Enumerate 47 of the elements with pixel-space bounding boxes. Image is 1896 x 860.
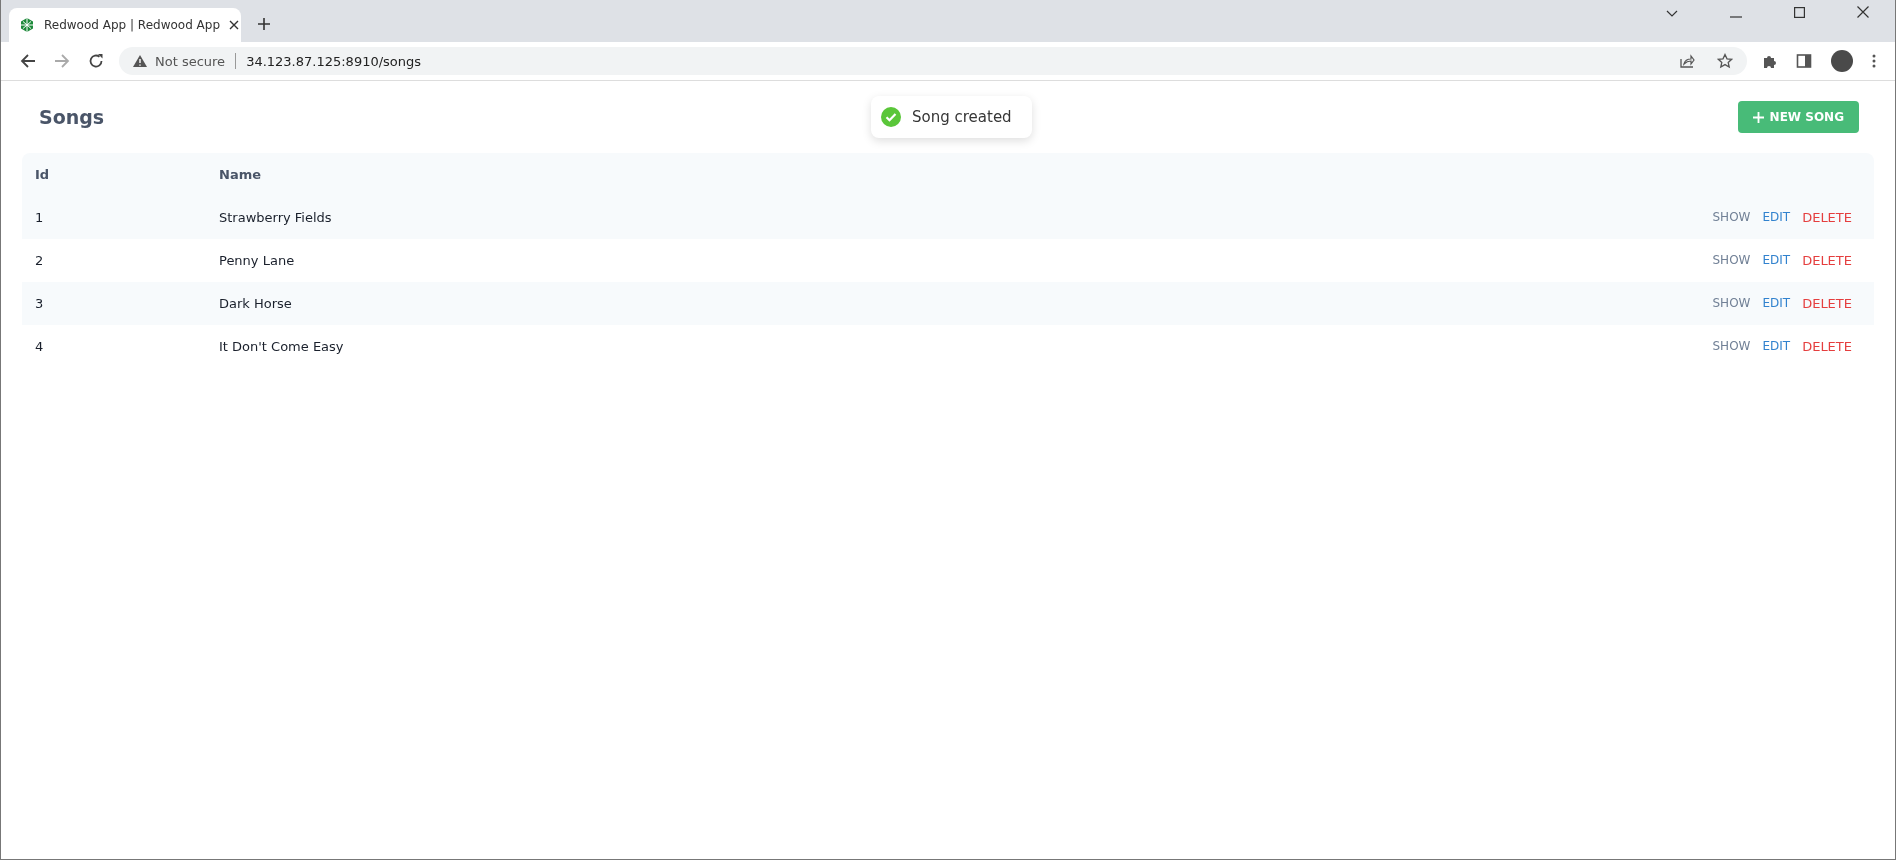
address-bar[interactable]: Not secure 34.123.87.125:8910/songs bbox=[119, 47, 1747, 75]
security-label: Not secure bbox=[155, 53, 226, 69]
check-circle-icon bbox=[881, 107, 901, 127]
table-cell-text: It Don't Come Easy bbox=[219, 339, 345, 354]
action-link[interactable]: SHOW bbox=[1712, 253, 1751, 268]
toast-message: Song created bbox=[912, 108, 1012, 126]
reload-icon[interactable] bbox=[88, 53, 104, 69]
plus-icon bbox=[1752, 111, 1764, 123]
table-cell-text: Dark Horse bbox=[219, 296, 293, 311]
browser-tab[interactable]: Redwood App | Redwood App bbox=[9, 8, 241, 42]
star-icon[interactable] bbox=[1717, 53, 1733, 69]
table-cell-text: 3 bbox=[34, 296, 45, 311]
new-song-button[interactable]: NEW SONG bbox=[1737, 101, 1859, 133]
action-link[interactable]: SHOW bbox=[1712, 296, 1751, 311]
puzzle-piece-icon[interactable] bbox=[1762, 53, 1778, 69]
back-arrow-icon[interactable] bbox=[20, 53, 36, 69]
side-panel-icon[interactable] bbox=[1796, 53, 1812, 69]
action-link[interactable]: EDIT bbox=[1762, 253, 1791, 268]
action-link[interactable]: DELETE bbox=[1802, 339, 1852, 354]
close-icon[interactable] bbox=[1857, 6, 1869, 18]
chevron-down-icon[interactable] bbox=[1666, 10, 1678, 18]
table-cell-text: Strawberry Fields bbox=[219, 210, 333, 225]
action-link[interactable]: DELETE bbox=[1802, 253, 1852, 268]
new-tab-icon[interactable] bbox=[257, 17, 271, 31]
action-link[interactable]: EDIT bbox=[1762, 296, 1791, 311]
table-cell-text: 4 bbox=[34, 339, 45, 354]
action-link[interactable]: EDIT bbox=[1762, 210, 1791, 225]
action-link[interactable]: DELETE bbox=[1802, 210, 1852, 225]
hexagon-logo-icon bbox=[19, 17, 35, 33]
tab-title: Redwood App | Redwood App bbox=[44, 18, 220, 32]
action-link[interactable]: EDIT bbox=[1762, 339, 1791, 354]
table-cell-text: 1 bbox=[34, 210, 45, 225]
page-title: Songs bbox=[39, 106, 105, 128]
more-vertical-icon[interactable] bbox=[1872, 53, 1876, 69]
close-icon[interactable] bbox=[229, 20, 239, 30]
action-link[interactable]: SHOW bbox=[1712, 210, 1751, 225]
column-header: Id bbox=[34, 167, 51, 182]
table-cell-text: 2 bbox=[34, 253, 45, 268]
table-cell-text: Penny Lane bbox=[219, 253, 296, 268]
url-text: 34.123.87.125:8910/songs bbox=[246, 53, 422, 69]
share-icon[interactable] bbox=[1679, 53, 1695, 69]
action-link[interactable]: DELETE bbox=[1802, 296, 1852, 311]
maximize-icon[interactable] bbox=[1794, 7, 1805, 18]
action-link[interactable]: SHOW bbox=[1712, 339, 1751, 354]
column-header: Name bbox=[219, 167, 262, 182]
profile-avatar[interactable] bbox=[1831, 50, 1853, 72]
warning-triangle-icon bbox=[133, 55, 147, 67]
